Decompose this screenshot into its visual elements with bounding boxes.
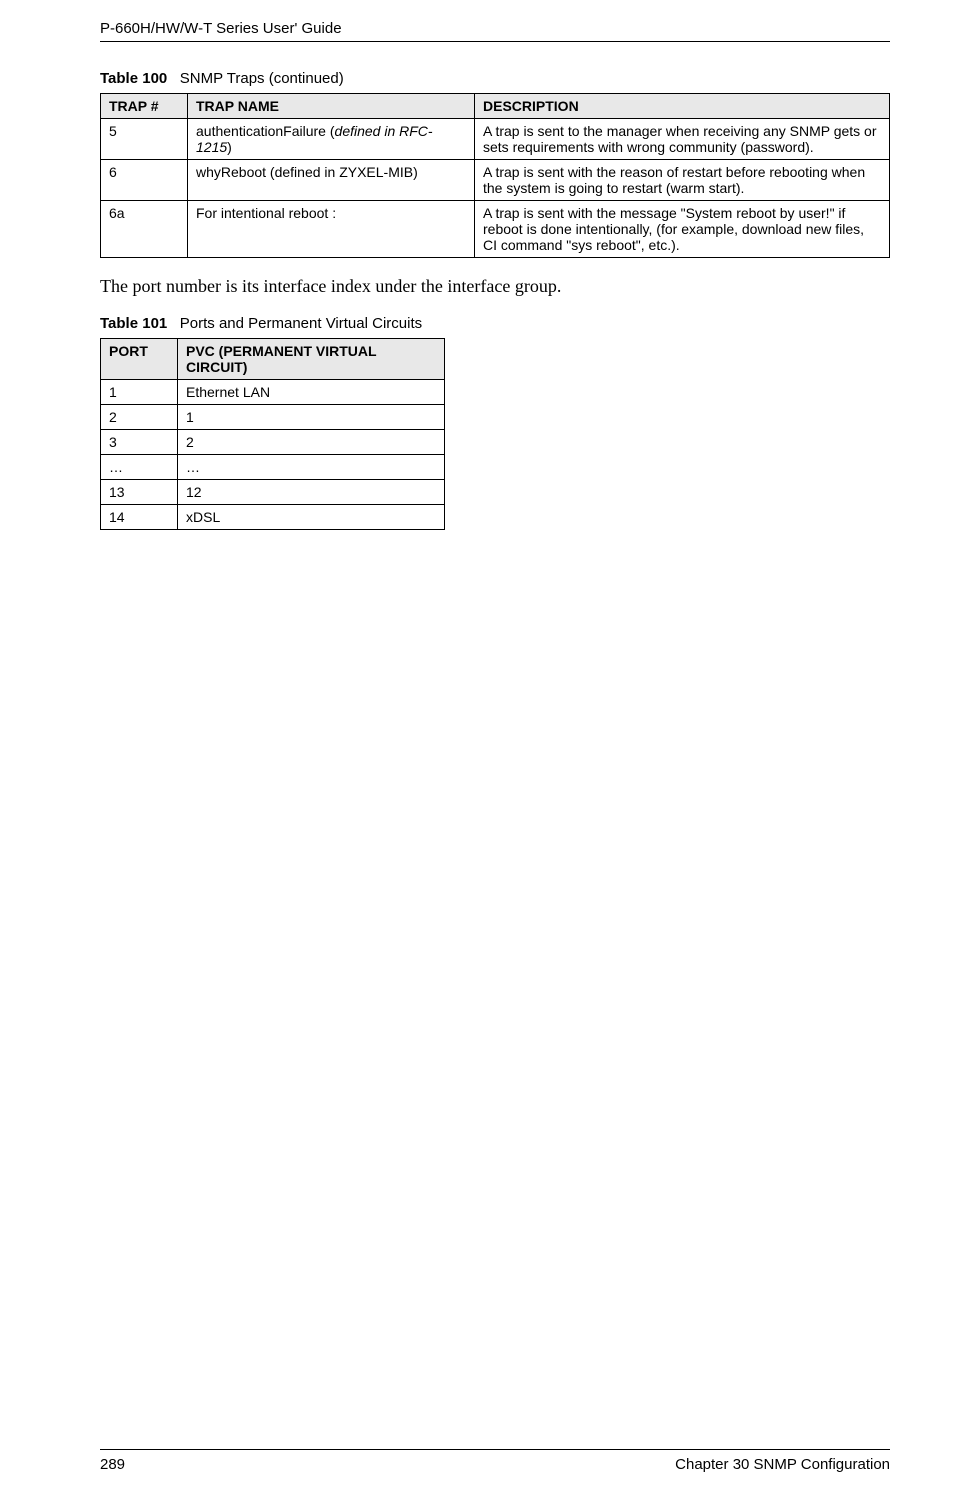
page-number: 289	[100, 1456, 125, 1473]
table-100-header-description: DESCRIPTION	[475, 94, 890, 119]
table-100-header-row: TRAP # TRAP NAME DESCRIPTION	[101, 94, 890, 119]
running-head: P-660H/HW/W-T Series User' Guide	[100, 20, 890, 37]
cell-trap-name-post: )	[227, 139, 232, 155]
table-100-header-trap-number: TRAP #	[101, 94, 188, 119]
table-101-header-row: PORT PVC (PERMANENT VIRTUAL CIRCUIT)	[101, 339, 445, 380]
table-101-caption: Table 101 Ports and Permanent Virtual Ci…	[100, 315, 890, 332]
table-101-caption-title: Ports and Permanent Virtual Circuits	[180, 315, 422, 332]
cell-port: 14	[101, 505, 178, 530]
table-row: 6a For intentional reboot : A trap is se…	[101, 201, 890, 258]
page: P-660H/HW/W-T Series User' Guide Table 1…	[0, 0, 980, 1503]
table-100: TRAP # TRAP NAME DESCRIPTION 5 authentic…	[100, 93, 890, 258]
table-row: 6 whyReboot (defined in ZYXEL-MIB) A tra…	[101, 160, 890, 201]
cell-pvc: 12	[178, 480, 445, 505]
table-row: … …	[101, 455, 445, 480]
cell-description: A trap is sent with the message "System …	[475, 201, 890, 258]
page-footer: 289 Chapter 30 SNMP Configuration	[100, 1449, 890, 1473]
chapter-label: Chapter 30 SNMP Configuration	[675, 1456, 890, 1473]
cell-port: 13	[101, 480, 178, 505]
table-100-caption: Table 100 SNMP Traps (continued)	[100, 70, 890, 87]
cell-trap-name: authenticationFailure (defined in RFC-12…	[188, 119, 475, 160]
table-101: PORT PVC (PERMANENT VIRTUAL CIRCUIT) 1 E…	[100, 338, 445, 530]
cell-trap-name-pre: authenticationFailure (	[196, 123, 335, 139]
body-paragraph: The port number is its interface index u…	[100, 276, 890, 297]
cell-trap-number: 6	[101, 160, 188, 201]
table-100-caption-number: Table 100	[100, 70, 167, 87]
cell-trap-number: 6a	[101, 201, 188, 258]
cell-trap-number: 5	[101, 119, 188, 160]
table-row: 5 authenticationFailure (defined in RFC-…	[101, 119, 890, 160]
footer-row: 289 Chapter 30 SNMP Configuration	[100, 1456, 890, 1473]
cell-pvc: Ethernet LAN	[178, 380, 445, 405]
cell-pvc: xDSL	[178, 505, 445, 530]
cell-trap-name: whyReboot (defined in ZYXEL-MIB)	[188, 160, 475, 201]
footer-rule	[100, 1449, 890, 1450]
cell-port: …	[101, 455, 178, 480]
table-row: 1 Ethernet LAN	[101, 380, 445, 405]
cell-pvc: 2	[178, 430, 445, 455]
table-100-caption-title: SNMP Traps (continued)	[180, 70, 344, 87]
table-101-caption-number: Table 101	[100, 315, 167, 332]
table-101-header-port: PORT	[101, 339, 178, 380]
cell-description: A trap is sent with the reason of restar…	[475, 160, 890, 201]
cell-trap-name: For intentional reboot :	[188, 201, 475, 258]
table-row: 3 2	[101, 430, 445, 455]
table-101-header-pvc: PVC (PERMANENT VIRTUAL CIRCUIT)	[178, 339, 445, 380]
cell-port: 1	[101, 380, 178, 405]
table-row: 14 xDSL	[101, 505, 445, 530]
cell-description: A trap is sent to the manager when recei…	[475, 119, 890, 160]
cell-port: 3	[101, 430, 178, 455]
table-100-header-trap-name: TRAP NAME	[188, 94, 475, 119]
cell-port: 2	[101, 405, 178, 430]
cell-pvc: …	[178, 455, 445, 480]
cell-pvc: 1	[178, 405, 445, 430]
table-row: 2 1	[101, 405, 445, 430]
header-rule	[100, 41, 890, 42]
table-row: 13 12	[101, 480, 445, 505]
